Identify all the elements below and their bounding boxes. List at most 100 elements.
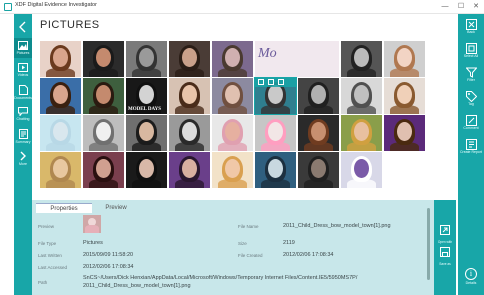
file-created-label: File Created [238,253,263,258]
picture-thumbnail[interactable] [255,152,296,188]
right-action-rail: Back Select All Filter Tag Comment Creat… [458,14,484,295]
picture-thumbnail[interactable] [83,41,124,77]
thumbnail-tool-icon[interactable] [278,79,284,85]
page-title: PICTURES [40,19,100,31]
picture-thumbnail[interactable] [83,78,124,114]
open-with-button[interactable]: Open with [434,222,456,244]
comment-icon [465,115,477,126]
portrait-body [347,105,376,114]
portrait-body [46,142,75,151]
nav-label: Videos [17,73,29,77]
nav-item-pictures[interactable]: Pictures [14,38,32,58]
picture-thumbnail[interactable]: Mo [255,41,339,77]
nav-item-chatting[interactable]: Chatting [14,104,32,124]
picture-thumbnail[interactable] [254,77,297,115]
save-as-button[interactable]: Save as [434,244,456,266]
picture-thumbnail[interactable] [384,41,425,77]
thumbnail-tool-icon[interactable] [258,79,264,85]
picture-thumbnail[interactable] [169,152,210,188]
picture-thumbnail[interactable] [298,152,339,188]
picture-thumbnail[interactable] [384,115,425,151]
back-button[interactable]: Back [458,16,484,42]
videos-icon [18,63,28,72]
nav-item-videos[interactable]: Videos [14,60,32,80]
size-value: 2119 [283,240,295,246]
picture-thumbnail[interactable] [212,78,253,114]
picture-thumbnail[interactable] [298,115,339,151]
thumbnail-tool-icon[interactable] [268,79,274,85]
nav-item-summary[interactable]: Summary [14,126,32,146]
back-arrow-icon [19,21,26,33]
picture-thumbnail[interactable] [40,115,81,151]
picture-thumbnail[interactable]: MODEL DAYS [126,78,167,114]
tag-icon [465,91,477,102]
picture-thumbnail[interactable] [83,115,124,151]
filter-button[interactable]: Filter [458,64,484,90]
tag-button[interactable]: Tag [458,88,484,114]
nav-label: Chatting [16,117,30,121]
select-all-button[interactable]: Select All [458,40,484,66]
picture-thumbnail[interactable] [298,78,339,114]
file-created-value: 2012/02/06 17:08:34 [283,252,334,258]
picture-thumbnail[interactable] [384,78,425,114]
create-report-button[interactable]: Create Report [458,136,484,162]
picture-thumbnail[interactable] [169,78,210,114]
picture-thumbnail[interactable] [40,78,81,114]
picture-thumbnail[interactable] [212,41,253,77]
portrait-face [139,159,154,178]
last-written-label: Last Written [38,253,62,258]
picture-thumbnail[interactable] [40,152,81,188]
close-x-icon [465,19,477,30]
picture-thumbnail[interactable] [255,115,296,151]
comment-button[interactable]: Comment [458,112,484,138]
portrait-face [139,48,154,67]
nav-label: Pictures [16,51,30,55]
portrait-face [53,48,68,67]
picture-thumbnail[interactable] [341,152,382,188]
picture-thumbnail[interactable] [384,152,425,188]
picture-thumbnail[interactable] [169,115,210,151]
portrait-face [311,85,326,104]
tab-properties[interactable]: Properties [36,203,92,213]
picture-thumbnail[interactable] [341,41,382,77]
picture-thumbnail[interactable] [341,78,382,114]
portrait-body [261,105,290,114]
picture-thumbnail[interactable] [126,152,167,188]
nav-item-documents[interactable]: Documents [14,82,32,102]
action-label: Filter [467,78,475,82]
picture-thumbnail[interactable] [126,115,167,151]
picture-thumbnail[interactable] [126,41,167,77]
picture-thumbnail[interactable] [169,41,210,77]
portrait-body [46,179,75,188]
preview-thumbnail[interactable] [83,215,101,233]
portrait-body [261,179,290,188]
portrait-face [96,159,111,178]
picture-thumbnail[interactable] [212,152,253,188]
thumbnail-graphic-text: Mo [258,46,277,61]
action-label: Select All [463,54,479,58]
minimize-button[interactable]: — [438,1,452,13]
portrait-face [397,85,412,104]
portrait-body [390,68,419,77]
picture-thumbnail[interactable] [212,115,253,151]
maximize-button[interactable]: ☐ [454,1,468,13]
portrait-body [46,105,75,114]
portrait-body [89,142,118,151]
picture-thumbnail[interactable] [40,41,81,77]
portrait-face [225,85,240,104]
portrait-body [390,105,419,114]
thumbnail-hover-tools[interactable] [255,78,296,87]
close-window-button[interactable]: ✕ [469,1,483,13]
details-scrollbar[interactable] [427,208,430,280]
details-toggle-button[interactable]: i Details [458,265,484,295]
nav-label: Summary [15,140,31,144]
portrait-body [132,142,161,151]
nav-item-more[interactable]: More [14,148,32,168]
nav-label: Documents [14,96,32,100]
portrait-face [225,48,240,67]
picture-thumbnail[interactable] [83,152,124,188]
tab-preview[interactable]: Preview [96,203,136,213]
nav-back-button[interactable] [14,18,32,38]
picture-thumbnail[interactable] [341,115,382,151]
select-all-icon [465,43,477,54]
